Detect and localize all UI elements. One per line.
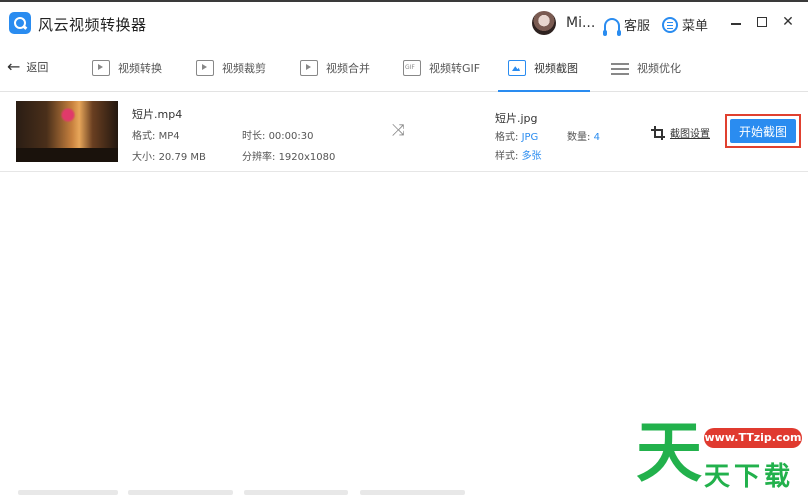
tab-video-convert[interactable]: 视频转换 xyxy=(92,44,162,92)
start-button-highlight: 开始截图 xyxy=(725,114,801,148)
convert-arrow-icon: ⤨ xyxy=(392,120,405,139)
watermark-logo: 天 xyxy=(636,414,702,491)
tab-label: 视频优化 xyxy=(637,62,681,75)
username[interactable]: Mi... xyxy=(566,15,595,31)
bottom-strip xyxy=(0,490,808,495)
output-format[interactable]: 格式: JPG xyxy=(495,128,538,143)
arrow-left-icon: ← xyxy=(7,57,21,76)
optimize-icon xyxy=(611,60,629,76)
back-label: 返回 xyxy=(26,61,49,74)
tab-label: 视频转GIF xyxy=(429,62,481,75)
source-duration: 时长: 00:00:30 xyxy=(242,131,314,142)
source-file-name: 短片.mp4 xyxy=(132,108,183,121)
watermark-url: www.TTzip.com xyxy=(704,428,802,448)
tab-label: 视频裁剪 xyxy=(222,62,266,75)
headset-icon xyxy=(603,17,620,36)
source-resolution: 分辨率: 1920x1080 xyxy=(242,152,336,163)
menu-icon xyxy=(662,16,678,33)
watermark-text: 天下载 xyxy=(704,462,795,492)
maximize-button[interactable] xyxy=(754,14,770,30)
tab-video-merge[interactable]: 视频合并 xyxy=(300,44,370,92)
screenshot-settings-label: 截图设置 xyxy=(670,129,710,140)
video-crop-icon xyxy=(196,60,214,76)
output-count[interactable]: 数量: 4 xyxy=(567,128,600,143)
tab-video-optimize[interactable]: 视频优化 xyxy=(611,44,681,92)
crop-icon xyxy=(651,126,665,140)
customer-service-button[interactable]: 客服 xyxy=(603,15,651,36)
title-bar: 风云视频转换器 Mi... 客服 菜单 ✕ xyxy=(0,0,808,44)
minimize-button[interactable] xyxy=(728,14,744,30)
app-title: 风云视频转换器 xyxy=(38,16,147,34)
tab-video-crop[interactable]: 视频裁剪 xyxy=(196,44,266,92)
video-convert-icon xyxy=(92,60,110,76)
customer-service-label: 客服 xyxy=(624,19,651,34)
tab-label: 视频合并 xyxy=(326,62,370,75)
output-style[interactable]: 样式: 多张 xyxy=(495,147,542,162)
video-thumbnail xyxy=(16,101,118,162)
tab-label: 视频转换 xyxy=(118,62,162,75)
function-tab-bar: ← 返回 视频转换 视频裁剪 视频合并 视频转GIF 视频截图 视频优化 xyxy=(0,44,808,92)
app-logo-icon xyxy=(9,12,31,34)
gif-icon xyxy=(403,60,421,76)
back-button[interactable]: ← 返回 xyxy=(7,59,48,75)
close-button[interactable]: ✕ xyxy=(780,14,796,30)
video-merge-icon xyxy=(300,60,318,76)
user-avatar[interactable] xyxy=(532,11,556,35)
output-file-name: 短片.jpg xyxy=(495,112,538,125)
source-format: 格式: MP4 xyxy=(132,131,180,142)
start-screenshot-button[interactable]: 开始截图 xyxy=(730,119,796,143)
menu-button[interactable]: 菜单 xyxy=(662,15,708,34)
screenshot-settings-link[interactable]: 截图设置 xyxy=(651,125,710,140)
tab-video-to-gif[interactable]: 视频转GIF xyxy=(403,44,480,92)
tab-video-screenshot[interactable]: 视频截图 xyxy=(498,44,590,92)
tab-label: 视频截图 xyxy=(534,62,578,75)
menu-label: 菜单 xyxy=(682,19,709,34)
source-size: 大小: 20.79 MB xyxy=(132,152,206,163)
screenshot-icon xyxy=(508,60,526,76)
file-list-item: 短片.mp4 格式: MP4 大小: 20.79 MB 时长: 00:00:30… xyxy=(0,92,808,172)
